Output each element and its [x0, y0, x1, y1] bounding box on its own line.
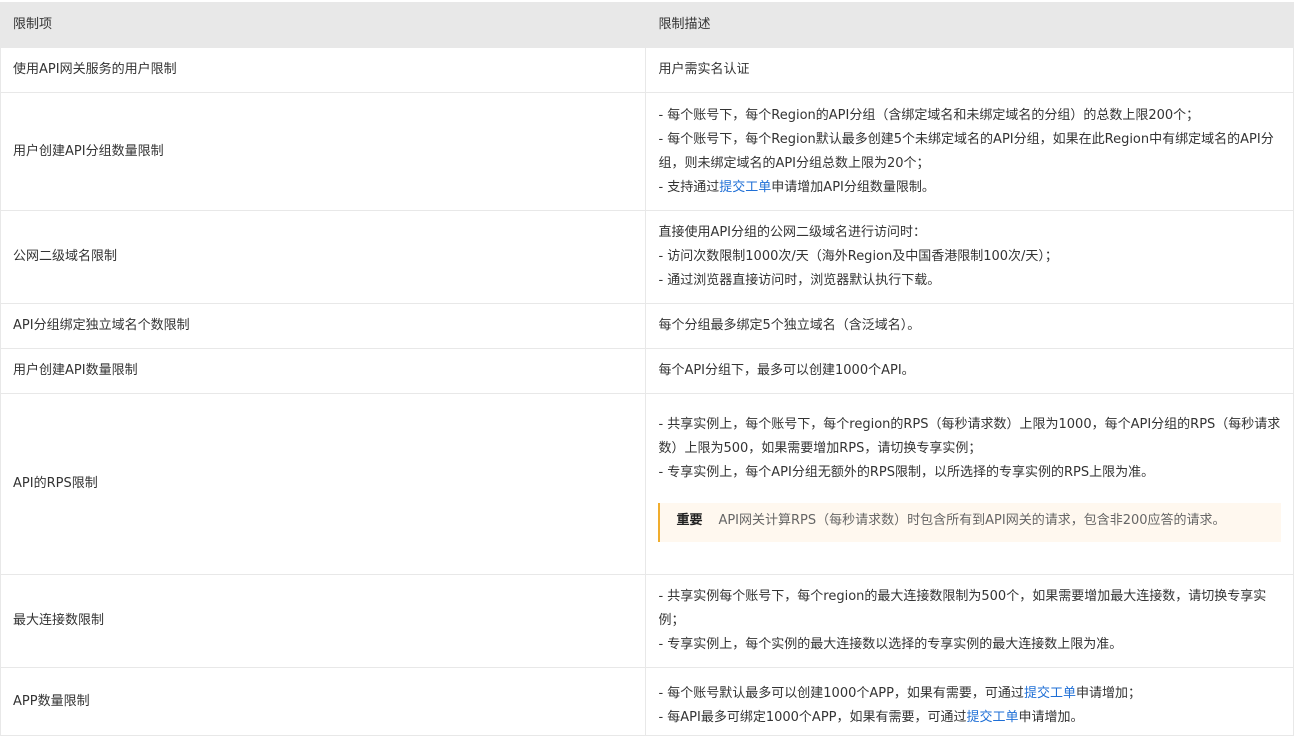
desc-line: - 每个账号下，每个Region默认最多创建5个未绑定域名的API分组，如果在此…	[658, 132, 1274, 171]
table-row: 公网二级域名限制 直接使用API分组的公网二级域名进行访问时： - 访问次数限制…	[0, 210, 1294, 304]
row-item-label: 用户创建API分组数量限制	[0, 92, 647, 211]
desc-line-with-link: - 支持通过提交工单申请增加API分组数量限制。	[658, 176, 1281, 200]
header-desc: 限制描述	[645, 2, 1294, 48]
table-row: API分组绑定独立域名个数限制 每个分组最多绑定5个独立域名（含泛域名）。	[0, 303, 1294, 349]
row-item-label: API分组绑定独立域名个数限制	[0, 303, 647, 349]
row-desc: - 共享实例上，每个账号下，每个region的RPS（每秒请求数）上限为1000…	[645, 393, 1294, 575]
desc-line: 直接使用API分组的公网二级域名进行访问时：	[658, 225, 927, 240]
desc-text: 申请增加。	[1018, 709, 1084, 725]
row-item-label: 用户创建API数量限制	[0, 348, 647, 394]
note-title: 重要	[676, 512, 703, 528]
table-header-row: 限制项 限制描述	[0, 2, 1294, 48]
desc-line-with-link: - 每个账号默认最多可以创建1000个APP，如果有需要，可通过提交工单申请增加…	[658, 682, 1281, 706]
desc-text: 申请增加；	[1075, 685, 1141, 701]
desc-line: 每个分组最多绑定5个独立域名（含泛域名）。	[658, 318, 921, 333]
row-item-label: APP数量限制	[0, 667, 647, 736]
limits-table: 限制项 限制描述 使用API网关服务的用户限制 用户需实名认证 用户创建API分…	[0, 2, 1294, 736]
row-item-label: 公网二级域名限制	[0, 210, 647, 304]
desc-line: - 通过浏览器直接访问时，浏览器默认执行下载。	[658, 273, 941, 288]
table-row: 用户创建API数量限制 每个API分组下，最多可以创建1000个API。	[0, 348, 1294, 394]
row-item-label: API的RPS限制	[0, 393, 647, 575]
desc-line: 用户需实名认证	[658, 62, 750, 77]
submit-ticket-link[interactable]: 提交工单	[719, 180, 771, 195]
submit-ticket-link[interactable]: 提交工单	[967, 710, 1019, 725]
desc-line-with-link: - 每API最多可绑定1000个APP，如果有需要，可通过提交工单申请增加。	[658, 706, 1281, 730]
row-item-label: 最大连接数限制	[0, 574, 647, 668]
desc-line: - 访问次数限制1000次/天（海外Region及中国香港限制100次/天）；	[658, 249, 1058, 264]
desc-text: - 支持通过	[658, 180, 720, 195]
row-item-label: 使用API网关服务的用户限制	[0, 47, 647, 93]
row-desc: - 每个账号下，每个Region的API分组（含绑定域名和未绑定域名的分组）的总…	[645, 92, 1294, 211]
table-row: 使用API网关服务的用户限制 用户需实名认证	[0, 47, 1294, 93]
submit-ticket-link[interactable]: 提交工单	[1024, 686, 1076, 701]
row-desc: 直接使用API分组的公网二级域名进行访问时： - 访问次数限制1000次/天（海…	[645, 210, 1294, 304]
desc-line: - 每个账号下，每个Region的API分组（含绑定域名和未绑定域名的分组）的总…	[658, 108, 1200, 123]
desc-line: - 共享实例上，每个账号下，每个region的RPS（每秒请求数）上限为1000…	[658, 416, 1281, 456]
desc-text: - 每个账号默认最多可以创建1000个APP，如果有需要，可通过	[658, 685, 1024, 701]
row-desc: - 共享实例每个账号下，每个region的最大连接数限制为500个，如果需要增加…	[645, 574, 1294, 668]
row-desc: 每个分组最多绑定5个独立域名（含泛域名）。	[645, 303, 1294, 349]
table-row: API的RPS限制 - 共享实例上，每个账号下，每个region的RPS（每秒请…	[0, 393, 1294, 575]
desc-line: - 共享实例每个账号下，每个region的最大连接数限制为500个，如果需要增加…	[658, 589, 1267, 628]
desc-line: - 专享实例上，每个API分组无额外的RPS限制，以所选择的专享实例的RPS上限…	[658, 464, 1155, 480]
table-row: APP数量限制 - 每个账号默认最多可以创建1000个APP，如果有需要，可通过…	[0, 667, 1294, 736]
row-desc: - 每个账号默认最多可以创建1000个APP，如果有需要，可通过提交工单申请增加…	[645, 667, 1294, 736]
table-row: 最大连接数限制 - 共享实例每个账号下，每个region的最大连接数限制为500…	[0, 574, 1294, 668]
table-row: 用户创建API分组数量限制 - 每个账号下，每个Region的API分组（含绑定…	[0, 92, 1294, 211]
desc-text: - 每API最多可绑定1000个APP，如果有需要，可通过	[658, 709, 967, 725]
desc-text: 申请增加API分组数量限制。	[771, 180, 935, 195]
header-item: 限制项	[0, 2, 647, 48]
row-desc: 用户需实名认证	[645, 47, 1294, 93]
desc-line: 每个API分组下，最多可以创建1000个API。	[658, 363, 915, 378]
desc-line: - 专享实例上，每个实例的最大连接数以选择的专享实例的最大连接数上限为准。	[658, 637, 1123, 652]
note-text: API网关计算RPS（每秒请求数）时包含所有到API网关的请求，包含非200应答…	[718, 512, 1226, 528]
row-desc: 每个API分组下，最多可以创建1000个API。	[645, 348, 1294, 394]
important-note: 重要 API网关计算RPS（每秒请求数）时包含所有到API网关的请求，包含非20…	[658, 502, 1281, 542]
